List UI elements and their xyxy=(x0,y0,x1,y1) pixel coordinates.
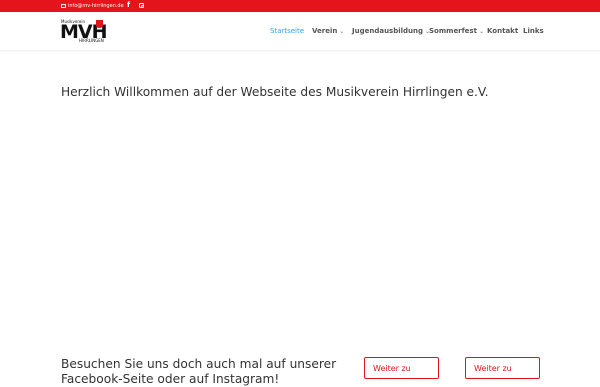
nav-item-label: Verein xyxy=(312,27,338,35)
nav-item-kontakt[interactable]: Kontakt xyxy=(487,27,518,35)
facebook-button[interactable]: Weiter zu xyxy=(364,357,439,379)
nav-item-sommerfest[interactable]: Sommerfest ⌄ xyxy=(429,27,484,35)
nav-item-label: Jugendausbildung xyxy=(352,27,424,35)
nav-item-label: Kontakt xyxy=(487,27,519,35)
chevron-down-icon: ⌄ xyxy=(478,27,484,35)
nav-item-jugendausbildung[interactable]: Jugendausbildung ⌄ xyxy=(352,27,430,35)
email-text[interactable]: info@mv-hirrlingen.de xyxy=(68,3,124,9)
nav-item-startseite[interactable]: Startseite xyxy=(270,27,304,35)
top-bar: info@mv-hirrlingen.de f xyxy=(0,0,600,12)
welcome-heading: Herzlich Willkommen auf der Webseite des… xyxy=(61,85,489,99)
email-link[interactable]: info@mv-hirrlingen.de xyxy=(61,2,124,10)
nav-item-links[interactable]: Links xyxy=(523,27,544,35)
instagram-icon[interactable] xyxy=(139,3,145,9)
nav-item-verein[interactable]: Verein ⌄ xyxy=(312,27,344,35)
facebook-icon[interactable]: f xyxy=(127,1,130,10)
envelope-icon xyxy=(61,4,66,8)
nav-item-label: Sommerfest xyxy=(429,27,477,35)
social-invite-text: Besuchen Sie uns doch auch mal auf unser… xyxy=(61,357,337,386)
nav-item-label: Links xyxy=(523,27,544,35)
instagram-button[interactable]: Weiter zu xyxy=(465,357,540,379)
main-nav: Startseite Verein ⌄ Jugendausbildung ⌄ S… xyxy=(0,12,600,50)
nav-item-label: Startseite xyxy=(270,27,305,35)
chevron-down-icon: ⌄ xyxy=(339,27,345,35)
